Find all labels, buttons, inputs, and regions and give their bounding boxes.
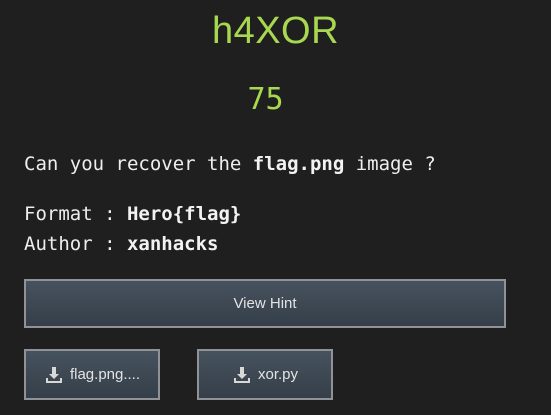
author-label: Author : <box>24 233 127 255</box>
file-label: xor.py <box>257 366 299 383</box>
author-line: Author : xanhacks <box>24 231 218 257</box>
challenge-title: h4XOR <box>211 10 340 52</box>
view-hint-button[interactable]: View Hint <box>24 279 506 328</box>
challenge-points: 75 <box>247 82 284 117</box>
description-suffix: image ? <box>344 153 436 175</box>
view-hint-label: View Hint <box>233 295 297 312</box>
file-download-flag-png[interactable]: flag.png.... <box>24 349 160 400</box>
author-value: xanhacks <box>126 233 219 255</box>
file-download-xor-py[interactable]: xor.py <box>197 349 333 400</box>
format-value: Hero{flag} <box>126 203 242 225</box>
format-label: Format : <box>24 203 127 225</box>
download-icon <box>45 366 62 383</box>
description-prefix: Can you recover the <box>24 153 253 175</box>
download-icon <box>233 366 250 383</box>
file-label: flag.png.... <box>69 366 141 383</box>
format-line: Format : Hero{flag} <box>24 201 241 227</box>
description-file: flag.png <box>252 153 345 175</box>
challenge-description: Can you recover the flag.png image ? <box>24 151 436 177</box>
